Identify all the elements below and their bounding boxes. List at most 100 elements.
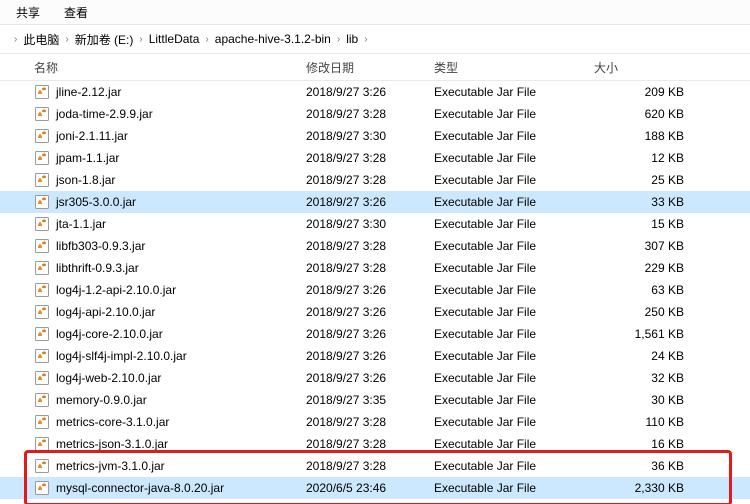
file-name-cell: log4j-api-2.10.0.jar (30, 304, 302, 320)
breadcrumb-item[interactable]: lib (346, 32, 358, 46)
file-name-cell: jline-2.12.jar (30, 84, 302, 100)
file-type-cell: Executable Jar File (430, 305, 590, 319)
file-size-cell: 110 KB (590, 415, 688, 429)
file-row[interactable]: metrics-json-3.1.0.jar2018/9/27 3:28Exec… (0, 433, 750, 455)
column-header-date[interactable]: 修改日期 (302, 59, 430, 76)
file-type-cell: Executable Jar File (430, 239, 590, 253)
file-size-cell: 63 KB (590, 283, 688, 297)
file-row[interactable]: jsr305-3.0.0.jar2018/9/27 3:26Executable… (0, 191, 750, 213)
file-row[interactable]: log4j-1.2-api-2.10.0.jar2018/9/27 3:26Ex… (0, 279, 750, 301)
file-row[interactable]: log4j-web-2.10.0.jar2018/9/27 3:26Execut… (0, 367, 750, 389)
chevron-right-icon[interactable]: › (139, 34, 142, 45)
file-list-area: 名称 修改日期 类型 大小 jline-2.12.jar 2018/9/27 3:… (0, 54, 750, 504)
file-row[interactable]: mysql-metadata-storage-0.12.0.jar2018/11… (0, 499, 750, 504)
file-row[interactable]: joni-2.1.11.jar2018/9/27 3:30Executable … (0, 125, 750, 147)
breadcrumb-item[interactable]: apache-hive-3.1.2-bin (215, 32, 331, 46)
column-headers: 名称 修改日期 类型 大小 (0, 54, 750, 81)
jar-file-icon (34, 194, 50, 210)
file-size-cell: 1,561 KB (590, 327, 688, 341)
file-name-cell: libfb303-0.9.3.jar (30, 238, 302, 254)
file-type-cell: Executable Jar File (430, 129, 590, 143)
file-row[interactable]: mysql-connector-java-8.0.20.jar2020/6/5 … (0, 477, 750, 499)
file-type-cell: Executable Jar File (430, 393, 590, 407)
file-size-cell: 307 KB (590, 239, 688, 253)
file-name-label: jline-2.12.jar (56, 85, 121, 99)
file-row[interactable]: metrics-jvm-3.1.0.jar2018/9/27 3:28Execu… (0, 455, 750, 477)
file-row[interactable]: log4j-slf4j-impl-2.10.0.jar2018/9/27 3:2… (0, 345, 750, 367)
file-type-cell: Executable Jar File (430, 217, 590, 231)
chevron-right-icon[interactable]: › (337, 34, 340, 45)
file-size-cell: 229 KB (590, 261, 688, 275)
jar-file-icon (34, 172, 50, 188)
jar-file-icon (34, 436, 50, 452)
breadcrumb-item[interactable]: 新加卷 (E:) (75, 31, 134, 48)
file-name-cell: metrics-json-3.1.0.jar (30, 436, 302, 452)
file-date-cell: 2018/9/27 3:35 (302, 393, 430, 407)
file-type-cell: Executable Jar File (430, 195, 590, 209)
jar-file-icon (34, 216, 50, 232)
column-header-type[interactable]: 类型 (430, 59, 590, 76)
file-row[interactable]: libthrift-0.9.3.jar2018/9/27 3:28Executa… (0, 257, 750, 279)
file-row[interactable]: log4j-core-2.10.0.jar2018/9/27 3:26Execu… (0, 323, 750, 345)
jar-file-icon (34, 348, 50, 364)
file-name-cell: log4j-core-2.10.0.jar (30, 326, 302, 342)
file-name-label: log4j-core-2.10.0.jar (56, 327, 163, 341)
file-name-label: libfb303-0.9.3.jar (56, 239, 145, 253)
file-size-cell: 36 KB (590, 459, 688, 473)
file-name-label: metrics-core-3.1.0.jar (56, 415, 169, 429)
file-row[interactable]: joda-time-2.9.9.jar2018/9/27 3:28Executa… (0, 103, 750, 125)
file-rows: jline-2.12.jar2018/9/27 3:26Executable J… (0, 81, 750, 504)
file-date-cell: 2018/9/27 3:28 (302, 459, 430, 473)
file-name-cell: metrics-jvm-3.1.0.jar (30, 458, 302, 474)
file-size-cell: 32 KB (590, 371, 688, 385)
file-type-cell: Executable Jar File (430, 349, 590, 363)
file-type-cell: Executable Jar File (430, 481, 590, 495)
file-row[interactable]: metrics-core-3.1.0.jar2018/9/27 3:28Exec… (0, 411, 750, 433)
file-type-cell: Executable Jar File (430, 107, 590, 121)
file-date-cell: 2018/9/27 3:30 (302, 217, 430, 231)
file-name-label: log4j-slf4j-impl-2.10.0.jar (56, 349, 187, 363)
file-row[interactable]: jta-1.1.jar2018/9/27 3:30Executable Jar … (0, 213, 750, 235)
file-date-cell: 2018/9/27 3:28 (302, 261, 430, 275)
menu-share[interactable]: 共享 (4, 4, 52, 21)
menu-view[interactable]: 查看 (52, 4, 100, 21)
file-size-cell: 250 KB (590, 305, 688, 319)
file-size-cell: 16 KB (590, 437, 688, 451)
file-name-label: log4j-1.2-api-2.10.0.jar (56, 283, 176, 297)
file-row[interactable]: json-1.8.jar2018/9/27 3:28Executable Jar… (0, 169, 750, 191)
file-type-cell: Executable Jar File (430, 415, 590, 429)
chevron-right-icon[interactable]: › (205, 34, 208, 45)
jar-file-icon (34, 370, 50, 386)
file-row[interactable]: jpam-1.1.jar2018/9/27 3:28Executable Jar… (0, 147, 750, 169)
chevron-right-icon[interactable]: › (65, 34, 68, 45)
jar-file-icon (34, 414, 50, 430)
file-type-cell: Executable Jar File (430, 151, 590, 165)
breadcrumb-item[interactable]: 此电脑 (23, 31, 59, 48)
file-row[interactable]: jline-2.12.jar2018/9/27 3:26Executable J… (0, 81, 750, 103)
file-row[interactable]: libfb303-0.9.3.jar 2018/9/27 3:28Executab… (0, 235, 750, 257)
jar-file-icon (34, 238, 50, 254)
jar-file-icon (34, 128, 50, 144)
file-date-cell: 2020/6/5 23:46 (302, 481, 430, 495)
file-row[interactable]: memory-0.9.0.jar2018/9/27 3:35Executable… (0, 389, 750, 411)
file-row[interactable]: log4j-api-2.10.0.jar2018/9/27 3:26Execut… (0, 301, 750, 323)
file-type-cell: Executable Jar File (430, 283, 590, 297)
jar-file-icon (34, 326, 50, 342)
file-date-cell: 2018/9/27 3:26 (302, 195, 430, 209)
column-header-size[interactable]: 大小 (590, 59, 688, 76)
breadcrumb-item[interactable]: LittleData (149, 32, 200, 46)
file-name-cell: memory-0.9.0.jar (30, 392, 302, 408)
file-size-cell: 15 KB (590, 217, 688, 231)
column-header-name[interactable]: 名称 (30, 59, 302, 76)
file-date-cell: 2018/9/27 3:26 (302, 85, 430, 99)
file-date-cell: 2018/9/27 3:28 (302, 239, 430, 253)
chevron-right-icon[interactable]: › (14, 34, 17, 45)
file-size-cell: 24 KB (590, 349, 688, 363)
file-name-label: log4j-web-2.10.0.jar (56, 371, 161, 385)
file-name-label: joni-2.1.11.jar (56, 129, 128, 143)
file-name-cell: jsr305-3.0.0.jar (30, 194, 302, 210)
chevron-right-icon[interactable]: › (364, 34, 367, 45)
jar-file-icon (34, 392, 50, 408)
file-name-label: log4j-api-2.10.0.jar (56, 305, 155, 319)
file-size-cell: 33 KB (590, 195, 688, 209)
